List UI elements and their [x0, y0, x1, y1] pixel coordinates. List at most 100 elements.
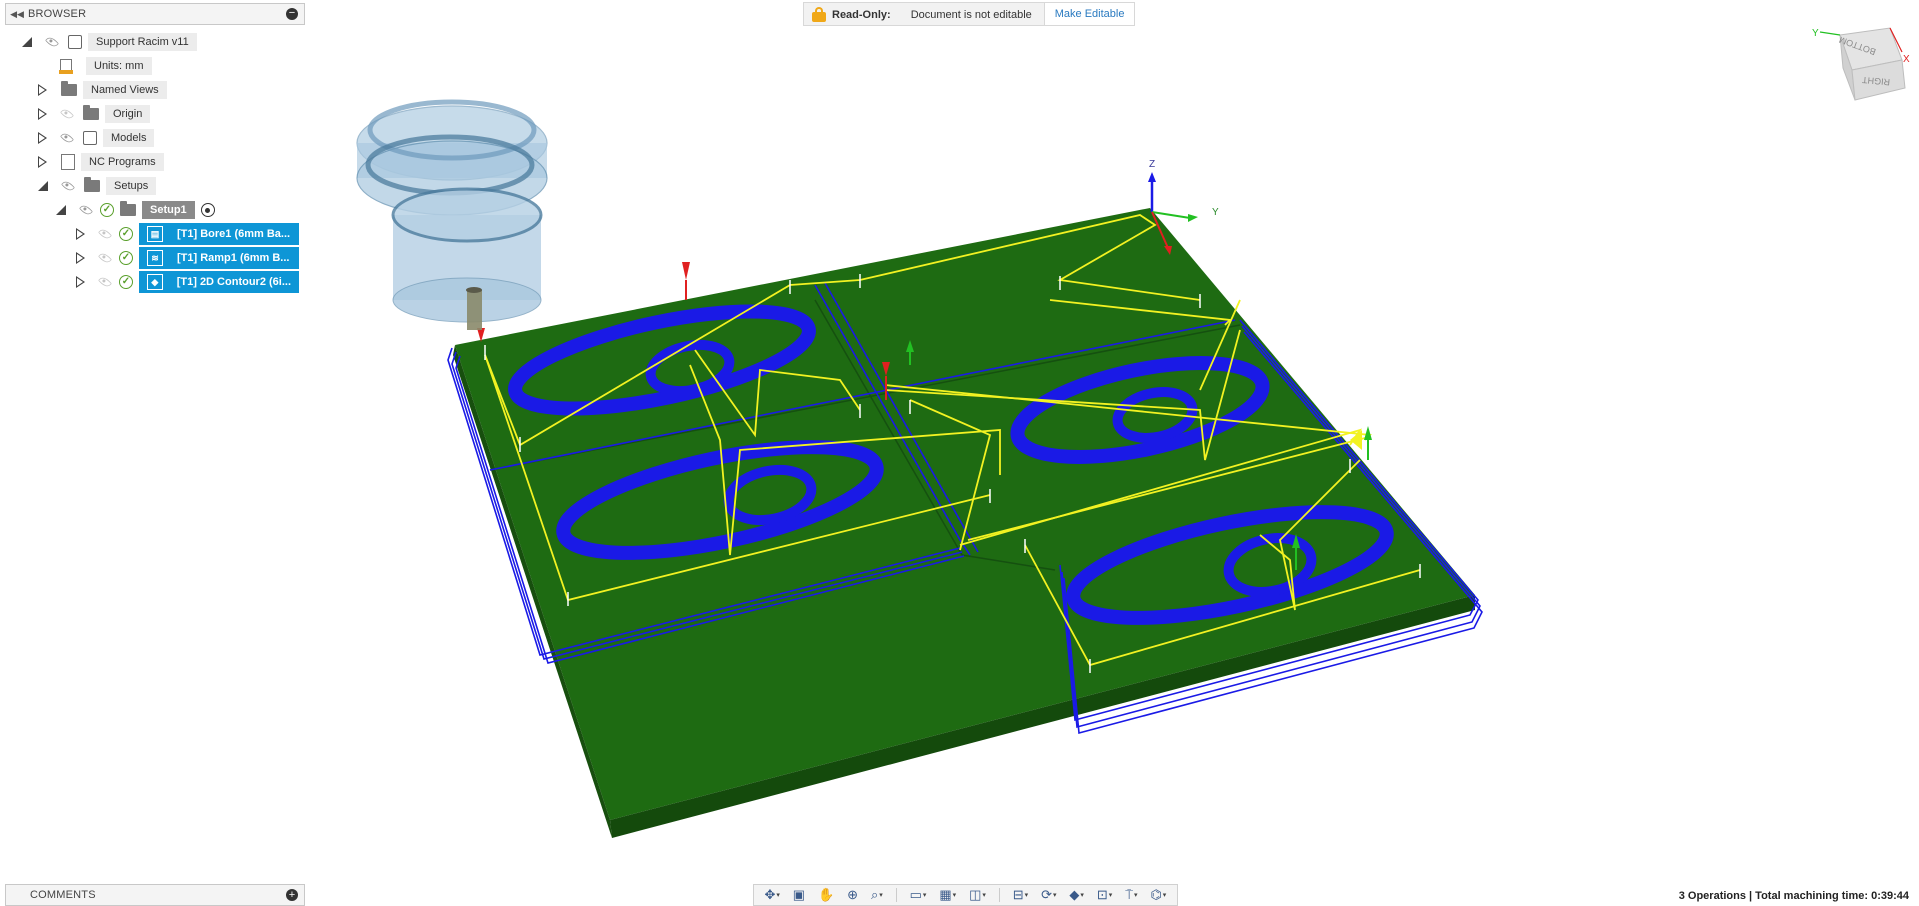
visibility-eye-icon[interactable] — [61, 179, 75, 193]
activate-setup-icon[interactable] — [200, 203, 215, 217]
browser-item-nc-programs[interactable]: NC Programs — [38, 152, 164, 172]
look-at-icon: ▣ — [792, 887, 806, 902]
machine-display-button[interactable]: ⌬ ▾ — [1150, 887, 1166, 903]
add-comment-icon[interactable]: + — [286, 889, 298, 901]
cam-3d-viewport[interactable]: Z Y — [0, 0, 1919, 904]
operation-label[interactable]: ◆ [T1] 2D Contour2 (6i... — [139, 271, 299, 293]
stock-plate — [453, 208, 1475, 838]
make-editable-button[interactable]: Make Editable — [1043, 3, 1135, 25]
fit-zoom-icon: ⌕ — [870, 887, 879, 902]
expand-icon[interactable] — [76, 252, 85, 264]
browser-item-label[interactable]: Models — [103, 129, 155, 147]
minimize-panel-icon[interactable]: − — [286, 8, 298, 20]
expand-icon[interactable] — [38, 156, 47, 168]
expand-icon[interactable] — [38, 84, 47, 96]
setups-folder-icon — [84, 177, 100, 192]
browser-root-row[interactable]: Support Racim v11 — [22, 32, 197, 52]
expanded-icon[interactable] — [22, 37, 32, 47]
browser-item-origin[interactable]: Origin — [38, 104, 151, 124]
units-row[interactable]: Units: mm — [59, 56, 152, 76]
pan-button[interactable]: ✋ — [818, 887, 834, 903]
visibility-eye-icon[interactable] — [45, 35, 59, 49]
pan-hand-icon: ✋ — [818, 887, 835, 902]
machining-status: 3 Operations | Total machining time: 0:3… — [1678, 890, 1909, 902]
folder-icon — [61, 81, 77, 96]
operation-name: [T1] 2D Contour2 (6i... — [176, 276, 291, 288]
navigation-toolbar: ✥ ▾ ▣ ✋ ⊕ ⌕ ▾ ▭ ▾ ▦ ▾ ◫ ▾ ⊟ ▾ ⟳ ▾ ◆ ▾ ⊡ ▾ ⍑ ▾ ⌬ ▾ — [753, 884, 1178, 906]
display-settings-icon: ▭ — [909, 887, 922, 902]
orbit-icon: ✥ — [764, 887, 776, 902]
readonly-text: Document is not editable — [910, 9, 1032, 21]
readonly-banner: Read-Only: Document is not editable Make… — [803, 2, 1136, 26]
update-icon: ⟳ — [1041, 887, 1052, 902]
stock-icon: ◆ — [1069, 887, 1080, 902]
y-axis-label: Y — [1212, 207, 1219, 218]
expand-icon[interactable] — [38, 108, 47, 120]
toolpath-display-button[interactable]: ⊡ ▾ — [1097, 887, 1112, 903]
visibility-eye-icon[interactable] — [60, 131, 74, 145]
browser-item-label[interactable]: Origin — [105, 105, 151, 123]
valid-check-icon: ✓ — [119, 251, 133, 265]
operation-name: [T1] Ramp1 (6mm B... — [177, 252, 290, 264]
contour-operation-icon: ◆ — [147, 274, 163, 290]
update-button[interactable]: ⟳ ▾ — [1041, 887, 1056, 903]
machine-icon: ⌬ — [1150, 887, 1162, 902]
fit-button[interactable]: ⌕ ▾ — [871, 887, 883, 903]
zoom-icon: ⊕ — [847, 887, 859, 902]
setup-row[interactable]: ✓ Setup1 — [56, 200, 215, 220]
browser-panel-header[interactable]: ◀◀ BROWSER − — [5, 3, 305, 25]
setup-icon — [120, 201, 136, 216]
component-icon — [83, 131, 97, 145]
visibility-eye-icon[interactable] — [79, 203, 93, 217]
collapse-panel-icon[interactable]: ◀◀ — [6, 9, 28, 20]
expand-icon[interactable] — [76, 228, 85, 240]
visibility-eye-icon[interactable] — [98, 251, 112, 265]
visibility-eye-icon[interactable] — [60, 107, 74, 121]
zoom-button[interactable]: ⊕ — [847, 887, 858, 903]
tool-holder — [356, 99, 548, 330]
look-at-button[interactable]: ▣ — [793, 887, 805, 903]
operation-row-bore1[interactable]: ✓ ▤ [T1] Bore1 (6mm Ba... — [76, 223, 299, 245]
valid-check-icon: ✓ — [119, 227, 133, 241]
visibility-eye-icon[interactable] — [98, 275, 112, 289]
nc-program-icon — [61, 154, 75, 170]
section-analysis-button[interactable]: ⊟ ▾ — [1013, 887, 1028, 903]
expand-icon[interactable] — [76, 276, 85, 288]
browser-item-named-views[interactable]: Named Views — [38, 80, 167, 100]
ramp-operation-icon: ≋ — [147, 250, 163, 266]
expanded-icon[interactable] — [38, 181, 48, 191]
bore-operation-icon: ▤ — [147, 226, 163, 242]
grid-settings-button[interactable]: ▦ ▾ — [939, 887, 956, 903]
orbit-button[interactable]: ✥ ▾ — [764, 887, 779, 903]
stock-display-button[interactable]: ◆ ▾ — [1069, 887, 1084, 903]
viewports-button[interactable]: ◫ ▾ — [969, 887, 986, 903]
comments-panel[interactable]: COMMENTS + — [5, 884, 305, 906]
units-icon — [59, 59, 73, 74]
tool-icon: ⍑ — [1125, 887, 1133, 902]
expand-icon[interactable] — [38, 132, 47, 144]
operation-label[interactable]: ≋ [T1] Ramp1 (6mm B... — [139, 247, 299, 269]
operation-row-ramp1[interactable]: ✓ ≋ [T1] Ramp1 (6mm B... — [76, 247, 299, 269]
setup-label[interactable]: Setup1 — [142, 201, 195, 219]
viewcube-x-axis-label: X — [1903, 54, 1910, 65]
browser-item-setups[interactable]: Setups — [38, 176, 157, 196]
z-axis-label: Z — [1149, 159, 1155, 170]
comments-title: COMMENTS — [30, 889, 96, 901]
browser-item-label[interactable]: Named Views — [83, 81, 167, 99]
expanded-icon[interactable] — [56, 205, 66, 215]
tool-display-button[interactable]: ⍑ ▾ — [1125, 887, 1137, 903]
units-label[interactable]: Units: mm — [86, 57, 152, 75]
document-name[interactable]: Support Racim v11 — [88, 33, 197, 51]
viewcube[interactable]: BOTTOM RIGHT Y X — [1810, 20, 1910, 105]
operation-label[interactable]: ▤ [T1] Bore1 (6mm Ba... — [139, 223, 299, 245]
section-icon: ⊟ — [1012, 887, 1024, 902]
browser-item-label[interactable]: NC Programs — [81, 153, 164, 171]
operation-row-contour2[interactable]: ✓ ◆ [T1] 2D Contour2 (6i... — [76, 271, 299, 293]
display-settings-button[interactable]: ▭ ▾ — [910, 887, 927, 903]
browser-item-label[interactable]: Setups — [106, 177, 157, 195]
visibility-eye-icon[interactable] — [98, 227, 112, 241]
readonly-label: Read-Only: — [832, 9, 891, 21]
browser-item-models[interactable]: Models — [38, 128, 155, 148]
component-icon — [68, 35, 82, 49]
viewcube-y-axis-label: Y — [1812, 28, 1819, 39]
